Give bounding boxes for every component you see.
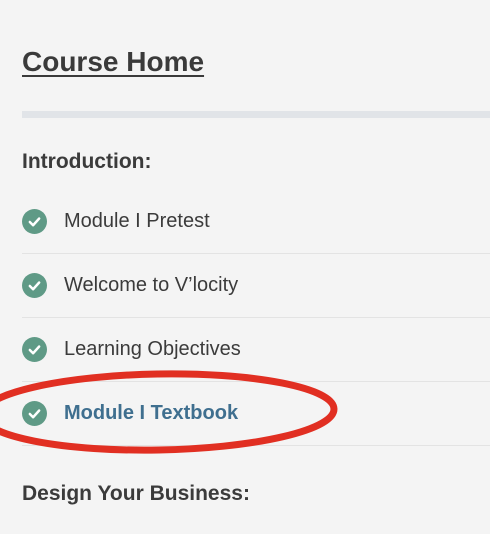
course-home-link[interactable]: Course Home [22, 46, 204, 78]
section-heading-design-your-business: Design Your Business: [22, 482, 250, 505]
item-label: Learning Objectives [64, 338, 241, 360]
header-divider [22, 111, 490, 118]
list-item-learning-objectives[interactable]: Learning Objectives [22, 318, 490, 382]
check-circle-icon [22, 337, 47, 362]
list-item-module-pretest[interactable]: Module I Pretest [22, 190, 490, 254]
item-label-active[interactable]: Module I Textbook [64, 402, 238, 425]
course-page: Course Home Introduction: Module I Prete… [0, 0, 490, 534]
check-circle-icon [22, 209, 47, 234]
check-circle-icon [22, 401, 47, 426]
list-item-module-textbook[interactable]: Module I Textbook [22, 382, 490, 446]
list-item-welcome[interactable]: Welcome to V’locity [22, 254, 490, 318]
item-label: Module I Pretest [64, 210, 210, 232]
item-label: Welcome to V’locity [64, 274, 239, 296]
section-heading-introduction: Introduction: [22, 150, 152, 173]
check-circle-icon [22, 273, 47, 298]
